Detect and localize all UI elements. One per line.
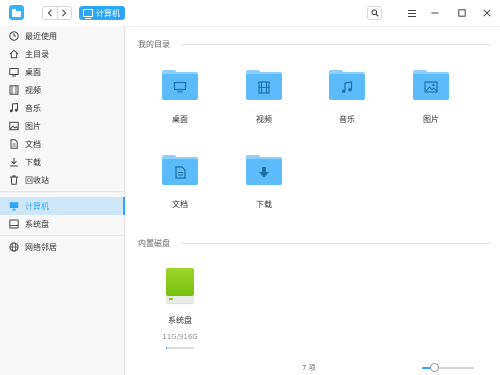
folder-label: 文档: [172, 200, 188, 209]
sidebar-item-trash[interactable]: 回收站: [0, 171, 125, 189]
breadcrumb-label: 计算机: [96, 8, 120, 18]
back-button[interactable]: [43, 7, 57, 19]
download-folder-icon: [246, 155, 282, 185]
disk-size: 11G/916G: [162, 333, 198, 341]
desktop-icon: [8, 67, 19, 78]
folder-label: 下载: [256, 200, 272, 209]
chevron-left-icon: [47, 9, 52, 17]
sidebar-item-label: 最近使用: [25, 31, 57, 41]
disk-icon: [8, 219, 19, 230]
sidebar-item-desktop[interactable]: 桌面: [0, 63, 125, 81]
sidebar-divider: [0, 191, 125, 192]
search-button[interactable]: [367, 6, 382, 20]
sidebar-item-label: 文档: [25, 139, 41, 149]
hard-disk-icon: [166, 268, 194, 304]
music-folder-icon: [329, 70, 365, 100]
icon-size-slider[interactable]: [422, 363, 474, 372]
close-button[interactable]: [480, 6, 494, 20]
minimize-icon: [431, 12, 439, 14]
breadcrumb-computer[interactable]: 计算机: [79, 6, 125, 20]
sidebar-item-label: 主目录: [25, 49, 49, 59]
sidebar-item-label: 音乐: [25, 103, 41, 113]
sidebar: 最近使用 主目录 桌面 视频 音乐 图片 文档 下载 回收站 计算机 系统盘 网…: [0, 26, 125, 375]
sidebar-item-computer[interactable]: 计算机: [0, 197, 125, 215]
video-folder-icon: [246, 70, 282, 100]
disk-system[interactable]: 系统盘 11G/916G: [145, 268, 215, 352]
folder-label: 视频: [256, 115, 272, 124]
sidebar-item-label: 下载: [25, 157, 41, 167]
menu-button[interactable]: [405, 6, 419, 20]
search-icon: [371, 9, 379, 17]
sidebar-item-downloads[interactable]: 下载: [0, 153, 125, 171]
network-icon: [8, 242, 19, 253]
group-divider: [182, 243, 490, 244]
minimize-button[interactable]: [428, 6, 442, 20]
sidebar-item-label: 回收站: [25, 175, 49, 185]
maximize-button[interactable]: [455, 6, 469, 20]
computer-icon: [83, 9, 93, 19]
title-bar: 计算机: [0, 0, 500, 27]
trash-icon: [8, 175, 19, 186]
picture-icon: [8, 121, 19, 132]
item-count: 7 项: [302, 364, 316, 372]
close-icon: [483, 9, 491, 17]
home-icon: [8, 49, 19, 60]
folder-label: 音乐: [339, 115, 355, 124]
group-divider: [182, 44, 490, 45]
folder-desktop[interactable]: 桌面: [145, 70, 215, 130]
chevron-right-icon: [62, 9, 67, 17]
download-icon: [8, 157, 19, 168]
slider-handle[interactable]: [430, 363, 439, 372]
computer-icon: [8, 201, 19, 212]
sidebar-item-label: 桌面: [25, 67, 41, 77]
folder-video[interactable]: 视频: [229, 70, 299, 130]
clock-icon: [8, 31, 19, 42]
main-content: 我的目录 桌面 视频 音乐 图片 文档 下载 内置磁盘 系统盘 11G/916G…: [126, 26, 500, 375]
document-folder-icon: [162, 155, 198, 185]
sidebar-item-label: 计算机: [25, 201, 49, 211]
maximize-icon: [458, 9, 466, 17]
sidebar-item-recent[interactable]: 最近使用: [0, 27, 125, 45]
folder-label: 图片: [423, 115, 439, 124]
picture-folder-icon: [413, 70, 449, 100]
sidebar-item-label: 图片: [25, 121, 41, 131]
sidebar-item-label: 视频: [25, 85, 41, 95]
folder-downloads[interactable]: 下载: [229, 155, 299, 215]
sidebar-item-music[interactable]: 音乐: [0, 99, 125, 117]
folder-pictures[interactable]: 图片: [396, 70, 466, 130]
sidebar-item-documents[interactable]: 文档: [0, 135, 125, 153]
sidebar-item-label: 系统盘: [25, 219, 49, 229]
sidebar-item-video[interactable]: 视频: [0, 81, 125, 99]
sidebar-item-home[interactable]: 主目录: [0, 45, 125, 63]
folder-music[interactable]: 音乐: [312, 70, 382, 130]
desktop-folder-icon: [162, 70, 198, 100]
sidebar-item-label: 网络邻居: [25, 242, 57, 252]
sidebar-item-pictures[interactable]: 图片: [0, 117, 125, 135]
history-nav: [42, 6, 72, 20]
group-title-my-dirs: 我的目录: [138, 39, 170, 49]
document-icon: [8, 139, 19, 150]
music-icon: [8, 103, 19, 114]
file-manager-logo-icon: [9, 5, 24, 20]
forward-button[interactable]: [56, 7, 72, 19]
hamburger-menu-icon: [408, 9, 416, 17]
sidebar-item-system-disk[interactable]: 系统盘: [0, 215, 125, 233]
sidebar-divider: [0, 235, 125, 236]
folder-documents[interactable]: 文档: [145, 155, 215, 215]
disk-usage-bar: [166, 347, 194, 349]
folder-label: 桌面: [172, 115, 188, 124]
video-icon: [8, 85, 19, 96]
sidebar-item-network[interactable]: 网络邻居: [0, 238, 125, 256]
disk-label: 系统盘: [168, 316, 192, 325]
group-title-disks: 内置磁盘: [138, 238, 170, 248]
